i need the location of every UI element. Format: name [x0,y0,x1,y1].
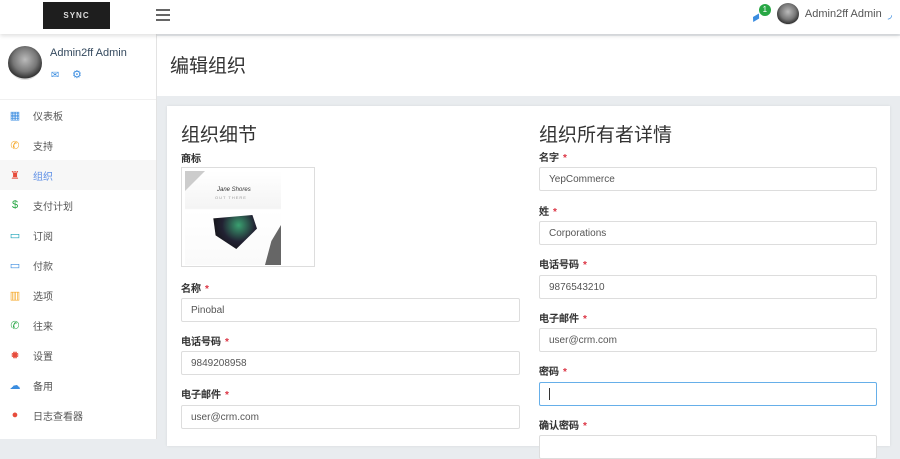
sidebar-profile: Admin2ff Admin ✉ ⚙ [0,34,156,100]
dollar-icon: $ [11,199,19,211]
last-name-label: 姓 * [539,207,557,218]
sidebar-nav: ▦ 仪表板 ✆ 支持 ♜ 组织 $ 支付计划 ▭ 订阅 ▭ 付款 ▥ 选项 ✆ 往来 ✹ 设置 ☁ 备用 ● 日志查看器 [0,100,156,430]
sidebar-item-label: 组织 [33,171,53,183]
first-name-input[interactable]: YepCommerce [539,167,877,191]
card-icon: ▭ [9,229,21,242]
password-input[interactable] [539,382,877,406]
profile-name[interactable]: Admin2ff Admin [50,47,127,59]
sidebar-item[interactable]: ▦ 仪表板 [0,100,156,130]
sidebar: Admin2ff Admin ✉ ⚙ ▦ 仪表板 ✆ 支持 ♜ 组织 $ 支付计划 ▭ 订阅 ▭ 付款… [0,34,157,439]
confirm-password-label: 确认密码 * [539,421,587,432]
sidebar-item-label: 选项 [33,291,53,303]
grid-icon: ▥ [9,289,21,302]
sidebar-item-label: 日志查看器 [33,411,83,423]
owner-phone-input[interactable]: 9876543210 [539,275,877,299]
phone-input[interactable]: 9849208958 [181,351,520,375]
menu-toggle-icon[interactable] [156,9,170,21]
email-input[interactable]: user@crm.com [181,405,520,429]
sidebar-item[interactable]: ▭ 付款 [0,250,156,280]
phone-label: 电话号码 * [181,337,229,348]
cloud-upload-icon: ☁ [9,379,21,392]
logo-upload[interactable]: Jane Shores OUT THERE [181,167,315,267]
name-input[interactable]: Pinobal [181,298,520,322]
sidebar-item[interactable]: ▥ 选项 [0,280,156,310]
email-label: 电子邮件 * [181,390,229,401]
page-title: 编辑组织 [170,56,247,77]
owner-phone-label: 电话号码 * [539,260,587,271]
sidebar-item[interactable]: $ 支付计划 [0,190,156,220]
card-icon: ▭ [9,259,21,272]
sidebar-item[interactable]: ✹ 设置 [0,340,156,370]
sidebar-item[interactable]: ▭ 订阅 [0,220,156,250]
sidebar-item-label: 往来 [33,321,53,333]
notifications-button[interactable]: ▰ 1 [748,4,771,25]
avatar [8,46,42,80]
sidebar-item-label: 支付计划 [33,201,73,213]
gear-icon[interactable]: ⚙ [72,68,82,81]
chair-icon: ♜ [10,169,20,182]
dashboard-icon: ▦ [9,109,21,122]
user-avatar[interactable] [776,3,799,25]
sidebar-item-label: 支持 [33,141,53,153]
gear-icon: ✹ [10,349,20,362]
name-label: 名称 * [181,284,209,295]
logo-label: 商标 [181,154,201,165]
password-label: 密码 * [539,367,567,378]
user-menu[interactable]: Admin2ff Admin [805,8,882,20]
sidebar-item[interactable]: ✆ 往来 [0,310,156,340]
page-header: 编辑组织 [157,36,900,96]
sidebar-item-label: 付款 [33,261,53,273]
sidebar-item-label: 备用 [33,381,53,393]
organization-logo-image: Jane Shores OUT THERE [185,171,281,265]
owner-email-input[interactable]: user@crm.com [539,328,877,352]
mail-icon[interactable]: ✉ [51,70,59,81]
edit-organization-form: 组织细节 商标 Jane Shores OUT THERE 名称 * Pinobal… [167,106,890,459]
alert-icon: ● [11,409,19,421]
logo[interactable]: SYNC [43,2,110,29]
logo-text: SYNC [63,11,90,20]
logout-icon[interactable]: ◞ [888,8,892,21]
sidebar-item-label: 仪表板 [33,111,63,123]
phone-icon: ✆ [10,319,20,332]
notification-count: 1 [758,4,771,16]
phone-icon: ✆ [10,139,20,152]
sidebar-item[interactable]: ● 日志查看器 [0,400,156,430]
sidebar-item[interactable]: ♜ 组织 [0,160,156,190]
last-name-input[interactable]: Corporations [539,221,877,245]
owner-details-heading: 组织所有者详情 [539,125,673,146]
org-details-heading: 组织细节 [181,125,258,146]
top-bar: SYNC ▰ 1 Admin2ff Admin ◞ [0,0,900,34]
sidebar-item-label: 设置 [33,351,53,363]
sidebar-item[interactable]: ✆ 支持 [0,130,156,160]
owner-email-label: 电子邮件 * [539,314,587,325]
first-name-label: 名字 * [539,153,567,164]
sidebar-item-label: 订阅 [33,231,53,243]
sidebar-item[interactable]: ☁ 备用 [0,370,156,400]
